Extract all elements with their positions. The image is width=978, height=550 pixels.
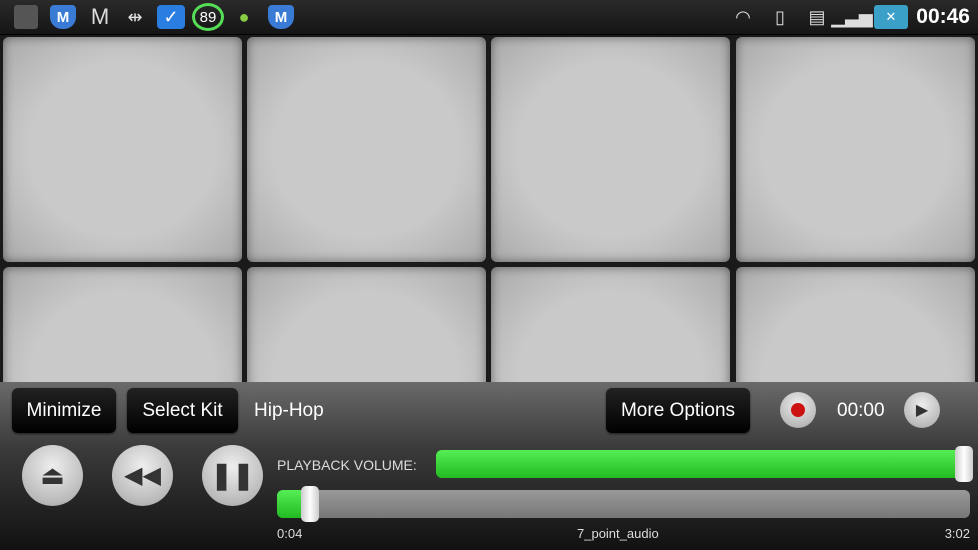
android-icon: ● [238,6,250,27]
phone-icon [14,5,38,29]
seek-bar-handle[interactable] [300,486,319,522]
drum-pad-2[interactable] [247,37,486,262]
control-panel: Minimize Select Kit Hip-Hop More Options… [0,382,978,550]
record-time: 00:00 [837,400,885,421]
more-options-button[interactable]: More Options [606,388,750,433]
drum-pad-7[interactable] [491,267,730,385]
minimize-button[interactable]: Minimize [12,388,116,433]
eject-button[interactable]: ⏏ [22,445,83,506]
drum-pad-grid [0,35,978,385]
eject-icon: ⏏ [40,460,65,490]
volume-slider-handle[interactable] [955,446,973,482]
status-bar: M M ⇹ ✓ 89 ● M ◠ ▯ ▤ ▁▃▅ ✕ 00:46 [0,0,978,35]
play-icon: ▶ [915,402,929,419]
track-name: 7_point_audio [577,526,659,541]
drum-pad-6[interactable] [247,267,486,385]
vibrate-icon: ▯ [775,6,785,27]
usb-icon: ⇹ [127,6,143,27]
battery-89-icon: 89 [192,3,224,31]
clock: 00:46 [916,5,970,28]
app-alert-icon: ✓ [157,5,185,29]
pause-button[interactable]: ❚❚ [202,445,263,506]
record-icon [791,403,805,417]
track-duration: 3:02 [944,526,970,541]
volume-slider[interactable] [436,450,969,478]
select-kit-button[interactable]: Select Kit [127,388,238,433]
rewind-icon: ◀◀ [124,462,161,489]
drum-pad-1[interactable] [3,37,242,262]
record-button[interactable] [780,392,816,428]
rewind-button[interactable]: ◀◀ [112,445,173,506]
drum-pad-3[interactable] [491,37,730,262]
drum-pad-4[interactable] [736,37,975,262]
kit-name: Hip-Hop [254,400,324,421]
battery-icon: ✕ [874,5,908,29]
pause-icon: ❚❚ [210,460,255,490]
elapsed-time: 0:04 [277,526,303,541]
playback-volume-label: PLAYBACK VOLUME: [277,457,417,473]
gmail-icon: M [90,4,110,29]
drum-pad-8[interactable] [736,267,975,385]
wifi-icon: ◠ [735,6,751,27]
sim-icon: ▤ [808,6,826,27]
shield-m-icon: M [50,5,76,29]
volume-fill [436,450,969,478]
shield-m-icon: M [268,5,294,29]
play-button[interactable]: ▶ [904,392,940,428]
seek-bar[interactable] [277,490,970,518]
signal-icon: ▁▃▅ [831,6,873,27]
drum-pad-5[interactable] [3,267,242,385]
